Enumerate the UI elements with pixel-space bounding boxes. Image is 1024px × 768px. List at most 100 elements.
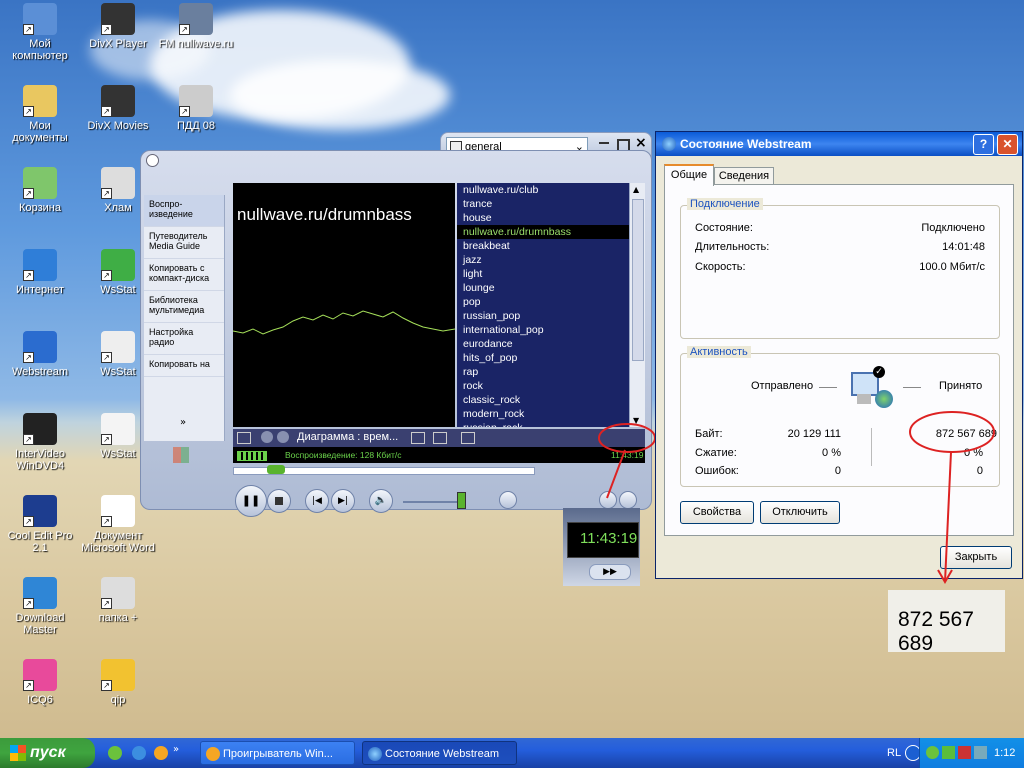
fullscreen-icon[interactable] [237,432,251,444]
quick-launch-ie-icon[interactable] [132,746,146,760]
previous-button[interactable]: |◀ [305,489,329,513]
desktop-icon[interactable]: ↗ Мои документы [0,85,80,144]
prev-vis-icon[interactable] [261,431,273,443]
app-icon: ↗ [179,85,213,117]
playlist-item[interactable]: modern_rock [457,407,629,421]
desktop-icon[interactable]: ↗ папка + [78,577,158,624]
vis-option3-icon[interactable] [461,432,475,444]
volume-thumb[interactable] [457,492,466,509]
playlist-item[interactable]: classic_rock [457,393,629,407]
chevron-down-double-icon[interactable]: » [180,417,186,428]
tray-icq-icon[interactable] [926,746,939,759]
playlist-item[interactable]: light [457,267,629,281]
language-indicator[interactable]: RL [887,747,901,759]
time-zoom-value: 11:43:19 [580,530,638,547]
duration-value: 14:01:48 [942,241,985,253]
wmp-body: Воспро-изведение Путеводитель Media Guid… [140,150,652,517]
start-button[interactable]: пуск [0,738,95,768]
playlist-item[interactable]: hits_of_pop [457,351,629,365]
nav-item-copy-to[interactable]: Копировать на [144,355,224,377]
help-button[interactable]: ? [973,134,994,155]
quick-launch-media-icon[interactable] [154,746,168,760]
tray-network-icon[interactable] [942,746,955,759]
desktop-icon[interactable]: ↗ ПДД 08 [156,85,236,132]
network-icon [662,137,676,151]
playlist-item[interactable]: nullwave.ru/drumnbass [457,225,629,239]
volume-slider[interactable] [403,501,463,503]
media-player-icon [206,747,220,761]
desktop-icon[interactable]: ↗ Cool Edit Pro 2.1 [0,495,80,554]
desktop-icon[interactable]: ↗ DivX Player [78,3,158,50]
mute-button[interactable]: 🔈 [369,489,393,513]
playlist-item[interactable]: pop [457,295,629,309]
desktop-icon[interactable]: ↗ Мой компьютер [0,3,80,62]
desktop-icon[interactable]: ↗ InterVideo WinDVD4 [0,413,80,472]
nav-item-media-guide[interactable]: Путеводитель Media Guide [144,227,224,259]
properties-button[interactable]: Свойства [680,501,754,524]
shortcut-arrow-icon: ↗ [101,680,112,691]
desktop-icon-label: Webstream [11,366,69,378]
shuffle-button[interactable] [499,491,517,509]
task-media-player[interactable]: Проигрыватель Win... [200,741,355,765]
playlist-item[interactable]: rock [457,379,629,393]
playlist-item[interactable]: breakbeat [457,239,629,253]
close-button[interactable]: ✕ [997,134,1018,155]
quick-launch-icq-icon[interactable] [108,746,122,760]
desktop-icon-label: Интернет [16,284,64,296]
playlist-item[interactable]: nullwave.ru/club [457,183,629,197]
nav-item-media-library[interactable]: Библиотека мультимедиа [144,291,224,323]
pause-button[interactable]: ❚❚ [235,485,267,517]
desktop-icon[interactable]: ↗ FM nullwave.ru [156,3,236,50]
nav-item-radio-tuner[interactable]: Настройка радио [144,323,224,355]
shortcut-arrow-icon: ↗ [23,516,34,527]
divx-icon: ↗ [101,85,135,117]
computer-icon: ↗ [23,3,57,35]
menu-toggle-icon[interactable] [146,154,159,167]
playlist-item[interactable]: lounge [457,281,629,295]
nav-item-copy-from-cd[interactable]: Копировать с компакт-диска [144,259,224,291]
tray-antivirus-icon[interactable] [958,746,971,759]
nav-item-now-playing[interactable]: Воспро-изведение [144,195,224,227]
stop-button[interactable] [267,489,291,513]
desktop-icon[interactable]: ↗ DivX Movies [78,85,158,132]
desktop-icon[interactable]: ↗ Корзина [0,167,80,214]
quick-launch-expand-icon[interactable]: » [173,744,179,755]
shortcut-arrow-icon: ↗ [23,680,34,691]
seek-thumb[interactable] [267,465,285,474]
desktop-icon[interactable]: ↗ ICQ6 [0,659,80,706]
playlist-item[interactable]: rap [457,365,629,379]
minimize-button[interactable] [599,139,609,144]
time-zoom-display: 11:43:19 [567,522,639,558]
next-vis-icon[interactable] [277,431,289,443]
desktop-icon-label: Мой компьютер [12,38,68,62]
vis-option2-icon[interactable] [433,432,447,444]
playlist-scrollbar[interactable]: ▲ ▼ [629,183,645,427]
network-icon [368,747,382,761]
audio-icon: ↗ [179,3,213,35]
playlist-item[interactable]: house [457,211,629,225]
tab-general[interactable]: Общие [664,164,714,186]
desktop-icon[interactable]: ↗ Download Master [0,577,80,636]
desktop-icon[interactable]: ↗ Webstream [0,331,80,378]
waveform [233,310,455,335]
disconnect-button[interactable]: Отключить [760,501,840,524]
desktop-icon[interactable]: ↗ qip [78,659,158,706]
playlist-item[interactable]: jazz [457,253,629,267]
errors-label: Ошибок: [695,465,739,477]
next-button[interactable]: ▶| [331,489,355,513]
playlist-item[interactable]: eurodance [457,337,629,351]
task-webstream-label: Состояние Webstream [385,748,499,760]
task-webstream-status[interactable]: Состояние Webstream [362,741,517,765]
tray-connection-icon[interactable] [974,746,987,759]
shortcut-arrow-icon: ↗ [23,188,34,199]
clock[interactable]: 1:12 [994,747,1015,759]
scroll-thumb[interactable] [632,199,644,361]
playlist-item[interactable]: trance [457,197,629,211]
vis-option-icon[interactable] [411,432,425,444]
scroll-up-icon[interactable]: ▲ [633,185,639,194]
desktop-icon[interactable]: ↗ Интернет [0,249,80,296]
bytes-zoom: 872 567 689 [888,590,1005,655]
playlist-item[interactable]: russian_pop [457,309,629,323]
close-button[interactable]: × [635,135,647,151]
playlist-item[interactable]: international_pop [457,323,629,337]
